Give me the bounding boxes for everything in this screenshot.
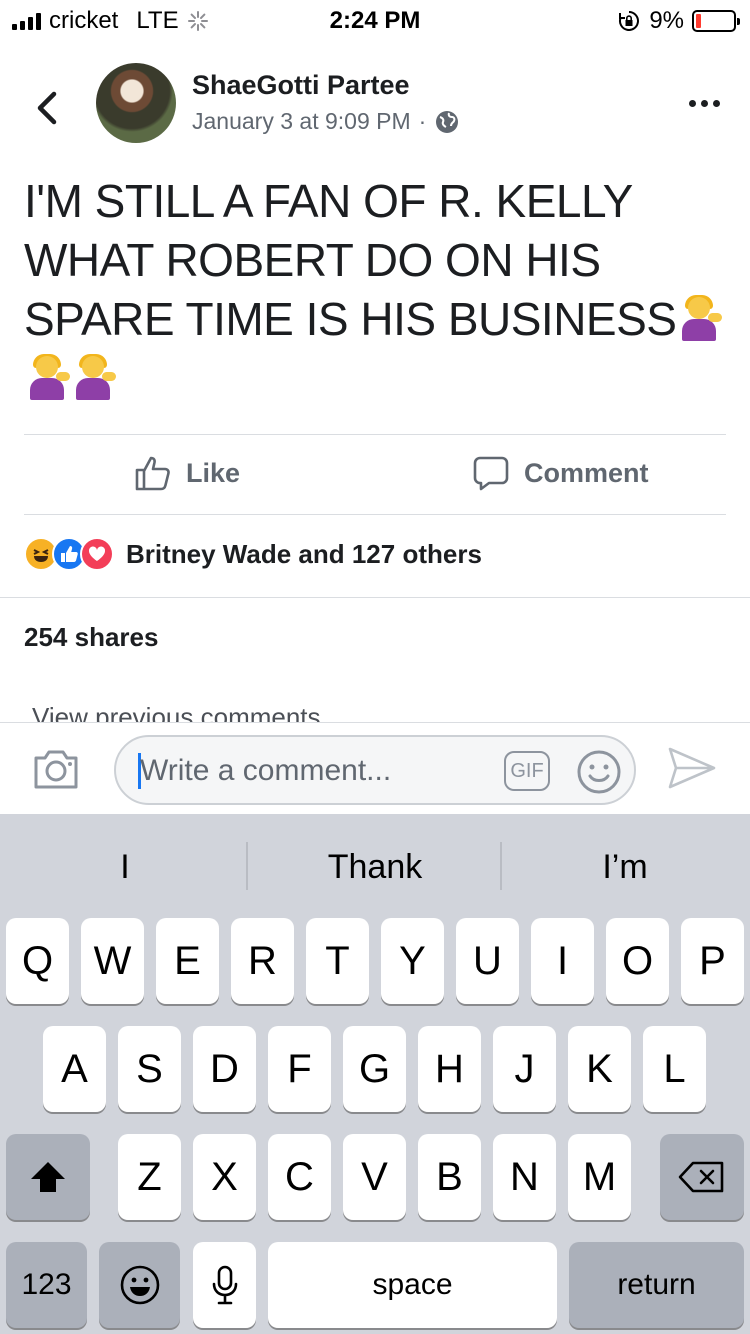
rotation-lock-icon (619, 11, 640, 31)
like-button[interactable]: Like (134, 454, 240, 492)
key-d[interactable]: D (193, 1026, 256, 1112)
back-chevron-icon[interactable] (30, 88, 66, 128)
return-key[interactable]: return (569, 1242, 744, 1328)
backspace-icon (678, 1161, 724, 1193)
divider (24, 434, 726, 435)
post-text-line: WHAT ROBERT DO ON HIS (24, 234, 601, 286)
thumbs-up-icon (135, 456, 170, 491)
tipping-hand-woman-emoji-icon (676, 295, 723, 341)
comment-bubble-icon (473, 456, 509, 491)
key-i[interactable]: I (531, 918, 594, 1004)
tipping-hand-woman-emoji-icon (70, 354, 116, 400)
reactions-summary[interactable]: Britney Wade and 127 others (24, 537, 482, 571)
post-body: I'M STILL A FAN OF R. KELLY WHAT ROBERT … (24, 172, 724, 408)
post-text-line: I'M STILL A FAN OF R. KELLY (24, 175, 633, 227)
sticker-smiley-icon[interactable] (576, 749, 622, 795)
key-l[interactable]: L (643, 1026, 706, 1112)
post-meta: January 3 at 9:09 PM · (192, 108, 460, 135)
comment-button[interactable]: Comment (472, 454, 649, 492)
dictation-key[interactable] (193, 1242, 256, 1328)
comment-placeholder: Write a comment... (140, 754, 392, 787)
post-emoji-line (24, 349, 724, 408)
key-n[interactable]: N (493, 1134, 556, 1220)
key-g[interactable]: G (343, 1026, 406, 1112)
keyboard: I Thank I’m Q W E R T Y U I O P A S D F … (0, 814, 750, 1334)
suggestion-2[interactable]: Thank (250, 848, 500, 887)
key-k[interactable]: K (568, 1026, 631, 1112)
key-a[interactable]: A (43, 1026, 106, 1112)
key-q[interactable]: Q (6, 918, 69, 1004)
microphone-icon (212, 1265, 237, 1305)
key-b[interactable]: B (418, 1134, 481, 1220)
key-r[interactable]: R (231, 918, 294, 1004)
reactions-text: Britney Wade and 127 others (126, 538, 482, 569)
key-p[interactable]: P (681, 918, 744, 1004)
delete-key[interactable] (660, 1134, 744, 1220)
key-y[interactable]: Y (381, 918, 444, 1004)
key-h[interactable]: H (418, 1026, 481, 1112)
key-w[interactable]: W (81, 918, 144, 1004)
post-actions: Like Comment (0, 436, 750, 514)
shift-arrow-icon (31, 1162, 65, 1192)
gif-button[interactable]: GIF (504, 751, 550, 791)
key-f[interactable]: F (268, 1026, 331, 1112)
key-o[interactable]: O (606, 918, 669, 1004)
post-timestamp[interactable]: January 3 at 9:09 PM (192, 108, 411, 135)
shares-count[interactable]: 254 shares (24, 622, 158, 653)
more-options-icon[interactable] (689, 100, 720, 107)
suggestion-divider (246, 842, 248, 890)
key-x[interactable]: X (193, 1134, 256, 1220)
author-name[interactable]: ShaeGotti Partee (192, 70, 410, 101)
post-header: ShaeGotti Partee January 3 at 9:09 PM · (0, 58, 750, 158)
emoji-smiley-icon (120, 1265, 159, 1305)
divider (24, 514, 726, 515)
key-u[interactable]: U (456, 918, 519, 1004)
key-z[interactable]: Z (118, 1134, 181, 1220)
comment-composer: Write a comment... GIF (0, 722, 750, 814)
key-j[interactable]: J (493, 1026, 556, 1112)
suggestion-1[interactable]: I (0, 848, 250, 887)
suggestion-3[interactable]: I’m (500, 848, 750, 887)
battery-percent: 9% (649, 7, 684, 34)
tipping-hand-woman-emoji-icon (24, 354, 70, 400)
key-m[interactable]: M (568, 1134, 631, 1220)
status-bar: cricket LTE 2:24 PM 9% (0, 0, 750, 40)
key-t[interactable]: T (306, 918, 369, 1004)
like-label: Like (186, 457, 241, 488)
shift-key[interactable] (6, 1134, 90, 1220)
space-key[interactable]: space (268, 1242, 557, 1328)
numbers-key[interactable]: 123 (6, 1242, 87, 1328)
author-avatar[interactable] (96, 63, 176, 143)
key-e[interactable]: E (156, 918, 219, 1004)
divider (0, 597, 750, 598)
predictive-bar: I Thank I’m (0, 814, 750, 918)
post-text-line: SPARE TIME IS HIS BUSINESS (24, 293, 677, 345)
comment-label: Comment (524, 457, 649, 488)
key-v[interactable]: V (343, 1134, 406, 1220)
key-c[interactable]: C (268, 1134, 331, 1220)
status-right: 9% (617, 7, 740, 35)
emoji-key[interactable] (99, 1242, 180, 1328)
key-s[interactable]: S (118, 1026, 181, 1112)
camera-icon[interactable] (32, 747, 80, 791)
comment-input[interactable]: Write a comment... GIF (114, 735, 636, 805)
battery-icon (692, 10, 740, 32)
meta-separator: · (418, 108, 427, 134)
post-text-line-3: SPARE TIME IS HIS BUSINESS (24, 290, 724, 349)
love-reaction-icon (80, 537, 114, 571)
view-previous-comments-link[interactable]: View previous comments (32, 702, 321, 722)
send-icon[interactable] (666, 745, 718, 791)
globe-icon (436, 110, 459, 133)
